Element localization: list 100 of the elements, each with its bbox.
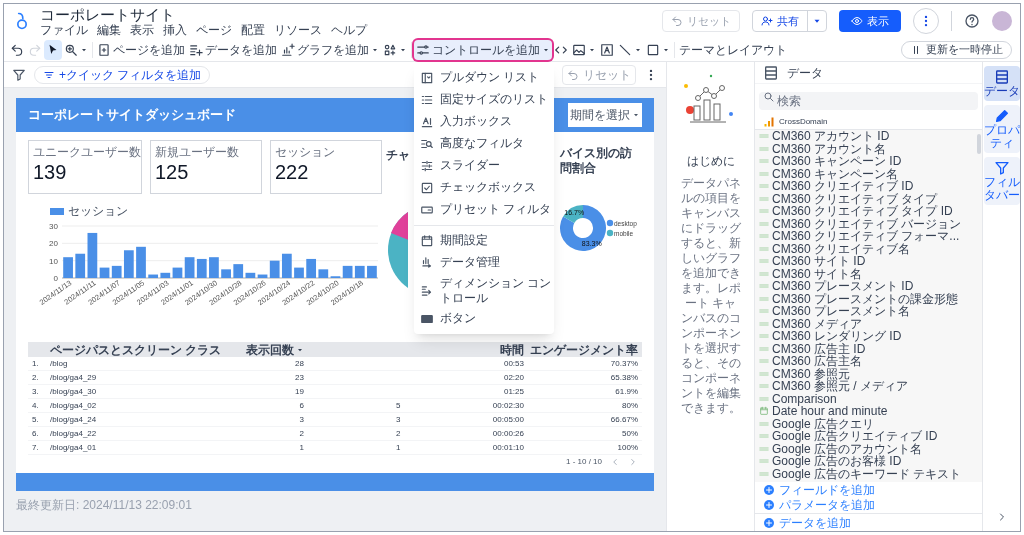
line-icon	[618, 42, 632, 57]
menu-item[interactable]: スライダー	[414, 154, 554, 177]
table-cell: 3	[299, 414, 304, 424]
field-item[interactable]: CM360 レンダリング ID	[755, 330, 976, 343]
field-item[interactable]: Google 広告クリエイティブ ID	[755, 430, 976, 443]
side-panel-tab[interactable]: フィルタバー	[983, 157, 1020, 205]
field-item[interactable]: CM360 プレースメントの課金形態	[755, 292, 976, 305]
search-field[interactable]: 検索	[759, 92, 978, 110]
report-title[interactable]: コーポレートサイト	[40, 6, 367, 22]
side-panel-tab[interactable]: データ	[983, 66, 1020, 101]
side-panel-tab[interactable]: プロパティ	[983, 105, 1020, 153]
field-item[interactable]: CM360 クリエイティブ名	[755, 242, 976, 255]
table-cell: 02:20	[503, 372, 524, 382]
field-item[interactable]: Google 広告のお客様 ID	[755, 455, 976, 468]
menu-item[interactable]: ボタン	[414, 307, 554, 330]
help-button[interactable]	[964, 13, 980, 29]
menu-item[interactable]: ファイル	[40, 23, 88, 36]
plus-circle-icon	[763, 516, 775, 529]
table-cell: 50%	[622, 428, 638, 438]
field-item[interactable]: CM360 クリエイティブ タイプ ID	[755, 205, 976, 218]
legend-dot	[606, 229, 614, 237]
column-header[interactable]: エンゲージメント率	[530, 340, 638, 359]
undo-icon	[671, 15, 683, 27]
menu-item[interactable]: リソース	[274, 23, 322, 36]
table-cell: /blog/ga4_01	[50, 442, 97, 452]
bar	[367, 265, 377, 278]
menu-item[interactable]: 編集	[97, 23, 121, 36]
menu-item[interactable]: 高度なフィルタ	[414, 132, 554, 155]
add-control-button[interactable]: コントロールを追加	[414, 39, 552, 60]
field-item[interactable]: CM360 クリエイティブ タイプ	[755, 192, 976, 205]
add-link[interactable]: フィールドを追加	[763, 483, 974, 497]
table-cell: 23	[295, 372, 304, 382]
share-button[interactable]: 共有	[752, 10, 827, 32]
eye-icon	[851, 15, 863, 27]
menu-item[interactable]: データ管理	[414, 251, 554, 274]
table-cell: 3	[396, 414, 401, 424]
menu-item[interactable]: ディメンション コントロール	[414, 273, 554, 308]
bar	[63, 257, 73, 278]
field-item[interactable]: CM360 キャンペーン ID	[755, 155, 976, 168]
menu-item[interactable]: ページ	[196, 23, 232, 36]
date-range-picker[interactable]: 期間を選択	[568, 103, 642, 127]
menu-item[interactable]: 表示	[130, 23, 154, 36]
menu-item[interactable]: プリセット フィルタ	[414, 198, 554, 221]
add-page-button[interactable]: ページを追加	[95, 39, 187, 60]
column-header[interactable]: 表示回数	[246, 340, 304, 359]
field-item[interactable]: CM360 アカウント名	[755, 142, 976, 155]
chart-title: バイス別の訪問割合	[560, 146, 633, 176]
select-tool-button[interactable]	[44, 39, 62, 60]
table-cell: 00:02:30	[492, 400, 524, 410]
menu-item[interactable]: ヘルプ	[331, 23, 367, 36]
menu-item[interactable]: 入力ボックス	[414, 110, 554, 133]
field-item[interactable]: CM360 クリエイティブ バージョン	[755, 217, 976, 230]
menu-item[interactable]: 固定サイズのリスト	[414, 88, 554, 111]
theme-layout-button[interactable]: テーマとレイアウト	[677, 39, 789, 60]
field-item[interactable]: Date hour and minute	[755, 405, 976, 418]
field-item[interactable]: CM360 プレースメント ID	[755, 280, 976, 293]
menu-item[interactable]: 配置	[241, 23, 265, 36]
field-item[interactable]: CM360 クリエイティブ ID	[755, 180, 976, 193]
scorecard-label: 新規ユーザー数	[155, 145, 240, 160]
dashboard-title: コーポレートサイトダッシュボード	[28, 106, 236, 125]
table-cell: 00:00:26	[492, 428, 524, 438]
bar	[209, 257, 219, 278]
text-input-icon	[420, 114, 434, 129]
menu-item[interactable]: チェックボックス	[414, 176, 554, 199]
field-item[interactable]: CM360 広告主名	[755, 355, 976, 368]
field-item[interactable]: CM360 参照元 / メディア	[755, 380, 976, 393]
view-button[interactable]: 表示	[839, 10, 901, 32]
table-cell: 28	[295, 358, 304, 368]
field-item[interactable]: CM360 キャンペーン名	[755, 167, 976, 180]
table-cell: /blog/ga4_22	[50, 428, 97, 438]
field-item[interactable]: CM360 プレースメント名	[755, 305, 976, 318]
menu-item[interactable]: プルダウン リスト	[414, 66, 554, 89]
dropdown-list-icon	[420, 70, 434, 85]
menu-item[interactable]: 期間設定	[414, 229, 554, 252]
field-item[interactable]: CM360 サイト ID	[755, 255, 976, 268]
field-item[interactable]: CM360 アカウント ID	[755, 130, 976, 143]
field-item[interactable]: CM360 参照元	[755, 367, 976, 380]
column-header[interactable]: ページパスとスクリーン クラス	[50, 340, 222, 359]
menu-item[interactable]: 挿入	[163, 23, 187, 36]
field-item[interactable]: CM360 メディア	[755, 317, 976, 330]
shapes-icon	[383, 42, 397, 57]
table-cell: 66.67%	[610, 414, 638, 424]
data-control-icon	[420, 255, 434, 270]
field-item[interactable]: Google 広告クエリ	[755, 417, 976, 430]
field-item[interactable]: CM360 クリエイティブ フォーマ...	[755, 230, 976, 243]
field-item[interactable]: Google 広告のアカウント名	[755, 442, 976, 455]
field-item[interactable]: Comparison	[755, 392, 976, 405]
legend-dot	[606, 219, 614, 227]
add-link[interactable]: パラメータを追加	[763, 498, 974, 512]
undo-icon	[567, 68, 579, 81]
data-source-name[interactable]: CrossDomain	[779, 115, 828, 128]
field-item[interactable]: Google 広告のキーワード テキスト	[755, 467, 976, 480]
add-chart-button[interactable]: グラフを追加	[279, 39, 381, 60]
field-item[interactable]: CM360 広告主 ID	[755, 342, 976, 355]
chevron-left-icon	[610, 457, 620, 467]
table-icon	[993, 69, 1010, 85]
field-item[interactable]: CM360 サイト名	[755, 267, 976, 280]
column-header[interactable]: 時間	[500, 340, 524, 359]
add-data-link[interactable]: データを追加	[763, 513, 851, 531]
add-data-button[interactable]: データを追加	[187, 39, 279, 60]
